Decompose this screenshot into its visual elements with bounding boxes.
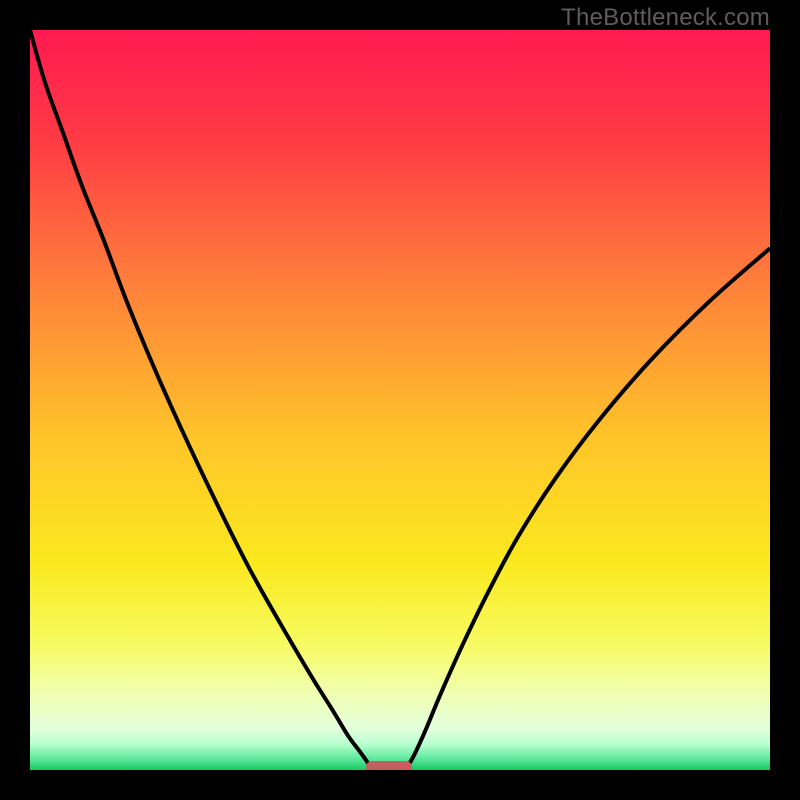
curve-left-branch bbox=[30, 30, 370, 767]
curve-right-branch bbox=[407, 248, 770, 767]
chart-area bbox=[30, 30, 770, 770]
bottleneck-indicator-pill bbox=[366, 761, 412, 770]
bottleneck-curve bbox=[30, 30, 770, 770]
watermark-text: TheBottleneck.com bbox=[561, 4, 770, 32]
